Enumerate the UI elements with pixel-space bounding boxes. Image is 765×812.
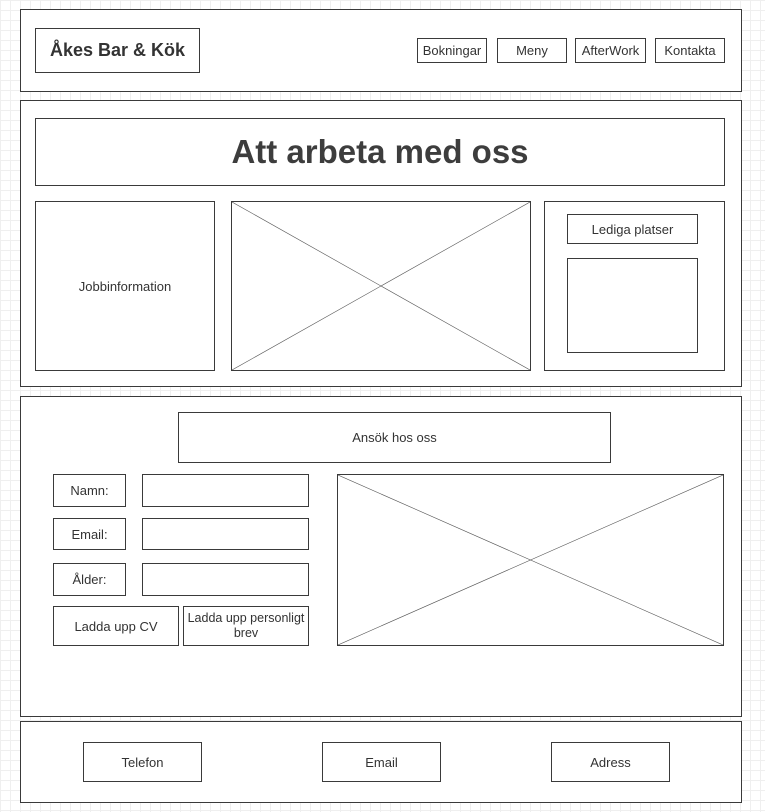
openings-list xyxy=(567,258,698,353)
work-section: Att arbeta med oss Jobbinformation Ledig… xyxy=(20,100,742,387)
email-field[interactable] xyxy=(142,518,309,550)
footer-email[interactable]: Email xyxy=(322,742,441,782)
footer-phone[interactable]: Telefon xyxy=(83,742,202,782)
apply-section: Ansök hos oss Namn: Email: Ålder: Ladda … xyxy=(20,396,742,717)
nav-meny[interactable]: Meny xyxy=(497,38,567,63)
page-title: Att arbeta med oss xyxy=(35,118,725,186)
name-label: Namn: xyxy=(53,474,126,507)
footer: Telefon Email Adress xyxy=(20,721,742,803)
openings-panel: Lediga platser xyxy=(544,201,725,371)
upload-letter-button[interactable]: Ladda upp personligt brev xyxy=(183,606,309,646)
openings-button[interactable]: Lediga platser xyxy=(567,214,698,244)
site-logo[interactable]: Åkes Bar & Kök xyxy=(35,28,200,73)
header: Åkes Bar & Kök Bokningar Meny AfterWork … xyxy=(20,9,742,92)
name-field[interactable] xyxy=(142,474,309,507)
nav-kontakta[interactable]: Kontakta xyxy=(655,38,725,63)
image-placeholder-icon xyxy=(337,474,724,646)
apply-heading: Ansök hos oss xyxy=(178,412,611,463)
nav-afterwork[interactable]: AfterWork xyxy=(575,38,646,63)
job-info-panel: Jobbinformation xyxy=(35,201,215,371)
upload-cv-button[interactable]: Ladda upp CV xyxy=(53,606,179,646)
age-field[interactable] xyxy=(142,563,309,596)
image-placeholder-icon xyxy=(231,201,531,371)
footer-address[interactable]: Adress xyxy=(551,742,670,782)
age-label: Ålder: xyxy=(53,563,126,596)
nav-bokningar[interactable]: Bokningar xyxy=(417,38,487,63)
email-label: Email: xyxy=(53,518,126,550)
